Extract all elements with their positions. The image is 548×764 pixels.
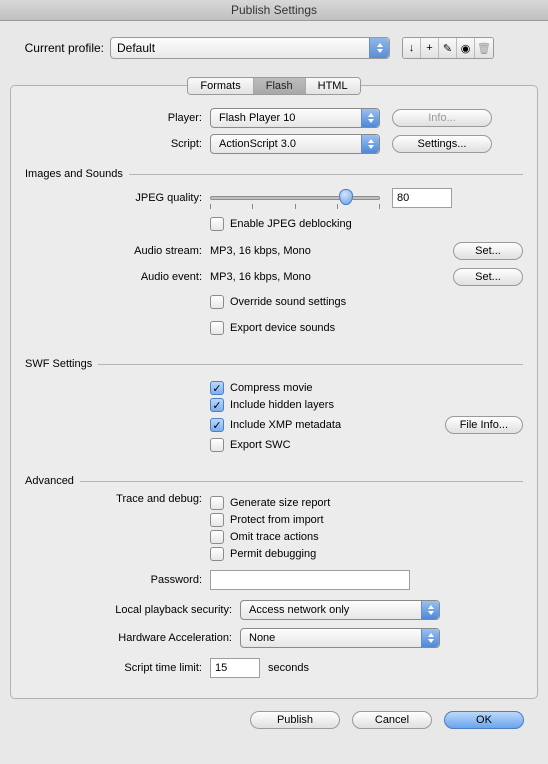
audio-event-value: MP3, 16 kbps, Mono (210, 271, 380, 283)
jpeg-deblocking-label: Enable JPEG deblocking (230, 218, 352, 230)
hardware-accel-label: Hardware Acceleration: (25, 632, 240, 644)
password-input[interactable] (210, 570, 410, 590)
profile-duplicate-icon[interactable]: ✎ (439, 38, 457, 58)
hardware-accel-value: None (249, 632, 275, 644)
trace-debug-label: Trace and debug: (25, 493, 210, 505)
local-security-select[interactable]: Access network only (240, 600, 440, 620)
protect-import-label: Protect from import (230, 514, 324, 526)
jpeg-quality-slider[interactable] (210, 188, 380, 208)
compress-movie-checkbox[interactable]: ✓Compress movie (210, 381, 523, 395)
time-limit-label: Script time limit: (25, 662, 210, 674)
export-device-label: Export device sounds (230, 322, 335, 334)
current-profile-value: Default (117, 41, 155, 55)
ok-button[interactable]: OK (444, 711, 524, 729)
profile-add-icon[interactable]: + (421, 38, 439, 58)
override-sound-checkbox[interactable]: Override sound settings (210, 295, 346, 309)
local-security-label: Local playback security: (25, 604, 240, 616)
swf-settings-legend: SWF Settings (25, 358, 98, 370)
export-swc-label: Export SWC (230, 439, 291, 451)
hardware-accel-select[interactable]: None (240, 628, 440, 648)
size-report-checkbox[interactable]: Generate size report (210, 496, 523, 510)
tab-flash[interactable]: Flash (254, 78, 306, 94)
profile-import-icon[interactable]: ↓ (403, 38, 421, 58)
protect-import-checkbox[interactable]: Protect from import (210, 513, 523, 527)
compress-movie-label: Compress movie (230, 382, 313, 394)
include-hidden-label: Include hidden layers (230, 399, 334, 411)
audio-stream-value: MP3, 16 kbps, Mono (210, 245, 380, 257)
time-limit-input[interactable] (210, 658, 260, 678)
audio-event-set-button[interactable]: Set... (453, 268, 523, 286)
tab-group: Formats Flash HTML (187, 77, 360, 95)
cancel-button[interactable]: Cancel (352, 711, 432, 729)
override-sound-label: Override sound settings (230, 296, 346, 308)
file-info-button[interactable]: File Info... (445, 416, 523, 434)
jpeg-deblocking-checkbox[interactable]: Enable JPEG deblocking (210, 217, 352, 231)
script-settings-button[interactable]: Settings... (392, 135, 492, 153)
profile-toolbar: ↓ + ✎ ◉ 🗑 (402, 37, 494, 59)
export-swc-checkbox[interactable]: Export SWC (210, 438, 523, 452)
password-label: Password: (25, 574, 210, 586)
include-hidden-checkbox[interactable]: ✓Include hidden layers (210, 398, 523, 412)
jpeg-quality-label: JPEG quality: (25, 192, 210, 204)
audio-stream-label: Audio stream: (25, 245, 210, 257)
tab-formats[interactable]: Formats (188, 78, 253, 94)
export-device-checkbox[interactable]: Export device sounds (210, 321, 335, 335)
profile-properties-icon[interactable]: ◉ (457, 38, 475, 58)
settings-panel: Player: Flash Player 10 Info... Script: … (10, 85, 538, 699)
player-select[interactable]: Flash Player 10 (210, 108, 380, 128)
images-sounds-legend: Images and Sounds (25, 168, 129, 180)
profile-delete-icon: 🗑 (475, 38, 493, 58)
permit-debug-label: Permit debugging (230, 548, 316, 560)
player-info-button: Info... (392, 109, 492, 127)
include-xmp-label: Include XMP metadata (230, 419, 341, 431)
script-select[interactable]: ActionScript 3.0 (210, 134, 380, 154)
omit-trace-checkbox[interactable]: Omit trace actions (210, 530, 523, 544)
audio-event-label: Audio event: (25, 271, 210, 283)
size-report-label: Generate size report (230, 497, 330, 509)
player-value: Flash Player 10 (219, 112, 295, 124)
player-label: Player: (25, 112, 210, 124)
publish-button[interactable]: Publish (250, 711, 340, 729)
tab-html[interactable]: HTML (306, 78, 360, 94)
jpeg-quality-input[interactable] (392, 188, 452, 208)
advanced-legend: Advanced (25, 475, 80, 487)
window-title: Publish Settings (0, 0, 548, 21)
time-limit-unit: seconds (268, 662, 309, 674)
script-value: ActionScript 3.0 (219, 138, 296, 150)
local-security-value: Access network only (249, 604, 349, 616)
current-profile-select[interactable]: Default (110, 37, 390, 59)
script-label: Script: (25, 138, 210, 150)
current-profile-label: Current profile: (10, 41, 110, 55)
permit-debug-checkbox[interactable]: Permit debugging (210, 547, 523, 561)
omit-trace-label: Omit trace actions (230, 531, 319, 543)
audio-stream-set-button[interactable]: Set... (453, 242, 523, 260)
include-xmp-checkbox[interactable]: ✓Include XMP metadata (210, 418, 445, 432)
